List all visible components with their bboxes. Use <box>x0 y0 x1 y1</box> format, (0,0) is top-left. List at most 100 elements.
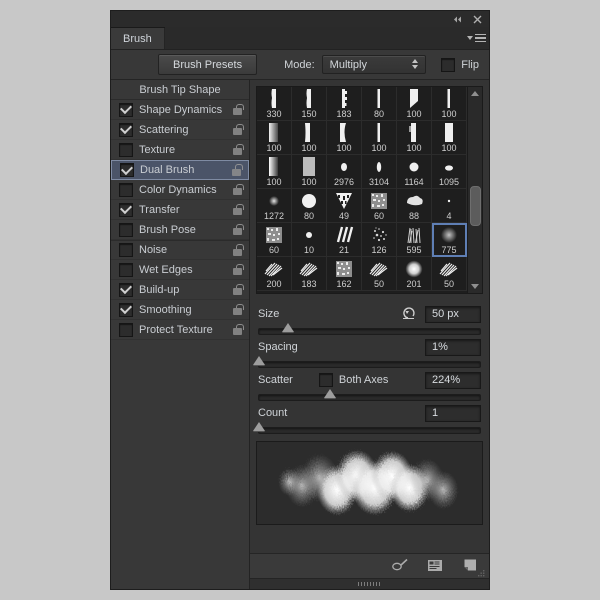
sidebar-item-checkbox[interactable] <box>119 303 133 317</box>
slider-track[interactable] <box>258 427 481 434</box>
slider-value-field[interactable]: 1% <box>425 339 481 356</box>
tab-brush[interactable]: Brush <box>111 28 165 49</box>
slider-value-field[interactable]: 1 <box>425 405 481 422</box>
sidebar-item-checkbox[interactable] <box>119 243 133 257</box>
slider-knob[interactable] <box>253 422 265 431</box>
sidebar-item-color-dynamics[interactable]: Color Dynamics <box>111 180 249 200</box>
slider-knob[interactable] <box>282 323 294 332</box>
toggle-brush-panel-icon[interactable] <box>391 558 409 574</box>
brush-tip-cell[interactable]: 60 <box>257 223 292 257</box>
sidebar-item-protect-texture[interactable]: Protect Texture <box>111 320 249 340</box>
brush-tip-cell[interactable]: 330 <box>257 87 292 121</box>
lock-icon[interactable] <box>233 104 243 116</box>
sidebar-item-noise[interactable]: Noise <box>111 240 249 260</box>
brush-tip-cell[interactable]: 2976 <box>327 155 362 189</box>
both-axes-checkbox[interactable] <box>319 373 333 387</box>
sidebar-item-dual-brush[interactable]: Dual Brush <box>111 160 249 180</box>
slider-track[interactable] <box>258 328 481 335</box>
brush-tip-cell[interactable]: 183 <box>327 87 362 121</box>
slider-track[interactable] <box>258 394 481 401</box>
brush-tip-cell[interactable]: 100 <box>292 121 327 155</box>
brush-tip-cell[interactable]: 100 <box>362 121 397 155</box>
brush-tip-cell[interactable]: 50 <box>362 257 397 291</box>
slider-knob[interactable] <box>324 389 336 398</box>
sidebar-item-transfer[interactable]: Transfer <box>111 200 249 220</box>
brush-grid-scrollbar[interactable] <box>467 87 482 293</box>
brush-tip-cell[interactable]: 183 <box>292 257 327 291</box>
sidebar-item-checkbox[interactable] <box>119 283 133 297</box>
sidebar-item-checkbox[interactable] <box>120 163 134 177</box>
slider-knob[interactable] <box>253 356 265 365</box>
flip-checkbox[interactable] <box>441 58 455 72</box>
sidebar-item-checkbox[interactable] <box>119 223 133 237</box>
sidebar-item-checkbox[interactable] <box>119 203 133 217</box>
brush-tip-cell[interactable]: 100 <box>327 121 362 155</box>
sidebar-item-checkbox[interactable] <box>119 263 133 277</box>
lock-icon[interactable] <box>232 164 242 176</box>
sidebar-item-checkbox[interactable] <box>119 123 133 137</box>
scroll-down-arrow-icon[interactable] <box>471 284 479 289</box>
sidebar-item-brush-pose[interactable]: Brush Pose <box>111 220 249 240</box>
brush-tip-shape-header[interactable]: Brush Tip Shape <box>111 80 249 100</box>
brush-tip-cell[interactable]: 4 <box>432 189 467 223</box>
brush-settings-icon[interactable] <box>427 558 445 574</box>
resize-grip-icon[interactable] <box>476 566 486 576</box>
lock-icon[interactable] <box>233 124 243 136</box>
sidebar-item-checkbox[interactable] <box>119 143 133 157</box>
brush-tip-cell[interactable]: 100 <box>397 87 432 121</box>
brush-tip-cell[interactable]: 1164 <box>397 155 432 189</box>
lock-icon[interactable] <box>233 184 243 196</box>
brush-tip-cell[interactable]: 100 <box>432 87 467 121</box>
brush-tip-cell[interactable]: 21 <box>327 223 362 257</box>
brush-tip-cell[interactable]: 200 <box>257 257 292 291</box>
brush-tip-cell[interactable]: 1272 <box>257 189 292 223</box>
sidebar-item-checkbox[interactable] <box>119 323 133 337</box>
sidebar-item-checkbox[interactable] <box>119 183 133 197</box>
close-icon[interactable] <box>472 14 483 25</box>
brush-tip-cell[interactable]: 775 <box>432 223 467 257</box>
lock-icon[interactable] <box>233 144 243 156</box>
brush-tip-cell[interactable]: 201 <box>397 257 432 291</box>
sidebar-item-scattering[interactable]: Scattering <box>111 120 249 140</box>
brush-tip-cell[interactable]: 100 <box>257 155 292 189</box>
double-chevron-left-icon[interactable] <box>452 14 463 25</box>
sidebar-item-build-up[interactable]: Build-up <box>111 280 249 300</box>
lock-icon[interactable] <box>233 304 243 316</box>
brush-tip-cell[interactable]: 100 <box>397 121 432 155</box>
sidebar-item-texture[interactable]: Texture <box>111 140 249 160</box>
scroll-up-arrow-icon[interactable] <box>471 91 479 96</box>
brush-tip-cell[interactable]: 10 <box>292 223 327 257</box>
lock-icon[interactable] <box>233 324 243 336</box>
mode-select[interactable]: Multiply <box>322 55 426 74</box>
sidebar-item-smoothing[interactable]: Smoothing <box>111 300 249 320</box>
lock-icon[interactable] <box>233 204 243 216</box>
brush-tip-cell[interactable]: 126 <box>362 223 397 257</box>
lock-icon[interactable] <box>233 284 243 296</box>
sidebar-item-checkbox[interactable] <box>119 103 133 117</box>
brush-tip-cell[interactable]: 100 <box>292 155 327 189</box>
reset-arrow-icon[interactable] <box>401 307 417 321</box>
brush-tip-cell[interactable]: 595 <box>397 223 432 257</box>
brush-tip-cell[interactable]: 162 <box>327 257 362 291</box>
brush-tip-cell[interactable]: 50 <box>432 257 467 291</box>
lock-icon[interactable] <box>233 264 243 276</box>
scrollbar-thumb[interactable] <box>470 186 481 226</box>
slider-value-field[interactable]: 224% <box>425 372 481 389</box>
sidebar-item-wet-edges[interactable]: Wet Edges <box>111 260 249 280</box>
sidebar-item-shape-dynamics[interactable]: Shape Dynamics <box>111 100 249 120</box>
brush-tip-cell[interactable]: 88 <box>397 189 432 223</box>
brush-tip-cell[interactable]: 3104 <box>362 155 397 189</box>
brush-tip-cell[interactable]: 150 <box>292 87 327 121</box>
lock-icon[interactable] <box>233 224 243 236</box>
panel-menu-icon[interactable] <box>467 32 483 44</box>
brush-tip-cell[interactable]: 80 <box>292 189 327 223</box>
brush-tip-cell[interactable]: 1095 <box>432 155 467 189</box>
brush-tip-cell[interactable]: 49 <box>327 189 362 223</box>
panel-drag-handle[interactable] <box>250 578 489 589</box>
brush-presets-button[interactable]: Brush Presets <box>158 54 257 75</box>
brush-tip-cell[interactable]: 80 <box>362 87 397 121</box>
slider-track[interactable] <box>258 361 481 368</box>
brush-tip-cell[interactable]: 60 <box>362 189 397 223</box>
lock-icon[interactable] <box>233 244 243 256</box>
slider-value-field[interactable]: 50 px <box>425 306 481 323</box>
